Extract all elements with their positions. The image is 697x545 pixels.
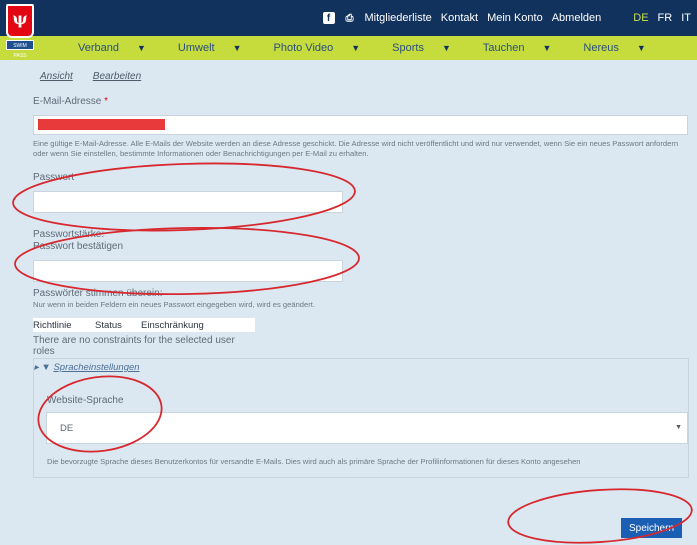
menu-item-sports[interactable]: Sports ▼ [392, 42, 483, 54]
printer-icon[interactable]: ⎙ [344, 12, 356, 24]
redacted-email [38, 119, 165, 130]
selected-language: DE [60, 423, 74, 434]
account-tabs: Ansicht Bearbeiten [40, 71, 141, 82]
password-match-label: Passwörter stimmen überein: [33, 288, 163, 299]
logo-ribbon: SWIM PASS [6, 40, 34, 59]
link-logout[interactable]: Abmelden [552, 12, 602, 24]
lang-fr[interactable]: FR [658, 12, 673, 24]
main-menu: Verband ▼ Umwelt ▼ Photo Video ▼ Sports ▼ Ta… [0, 36, 697, 60]
menu-item-umwelt[interactable]: Umwelt ▼ [178, 42, 274, 54]
constraints-header: Richtlinie Status Einschränkung [33, 318, 255, 332]
logo-shield: ψ [6, 4, 34, 38]
menu-item-photo-video[interactable]: Photo Video ▼ [274, 42, 393, 54]
link-my-account[interactable]: Mein Konto [487, 12, 543, 24]
menu-item-tauchen[interactable]: Tauchen ▼ [483, 42, 584, 54]
language-settings-title: Spracheinstellungen [53, 362, 140, 373]
email-label-text: E-Mail-Adresse [33, 96, 102, 107]
save-button[interactable]: Speichern [621, 518, 682, 538]
password-help: Nur wenn in beiden Feldern ein neues Pas… [33, 300, 315, 309]
password-label: Passwort [33, 172, 75, 183]
top-bar: f ⎙ Mitgliederliste Kontakt Mein Konto A… [0, 0, 697, 36]
site-logo[interactable]: ψ SWIM PASS [6, 4, 34, 59]
top-links: f ⎙ Mitgliederliste Kontakt Mein Konto A… [322, 0, 691, 36]
chevron-down-icon: ▼ [441, 43, 451, 53]
constraints-table: Richtlinie Status Einschränkung There ar… [33, 318, 255, 357]
email-label: E-Mail-Adresse * [33, 96, 108, 107]
chevron-down-icon: ▼ [542, 43, 552, 53]
menu-item-verband[interactable]: Verband ▼ [78, 42, 178, 54]
confirm-password-label: Passwort bestätigen [33, 241, 124, 252]
header-status: Status [95, 319, 122, 331]
triangle-down-icon: ▸ ▼ [34, 362, 51, 373]
constraints-empty-row: There are no constraints for the selecte… [33, 335, 235, 357]
website-language-select[interactable]: DE ▼ [46, 412, 688, 444]
lang-it[interactable]: IT [681, 12, 691, 24]
chevron-down-icon: ▼ [636, 43, 646, 53]
link-contact[interactable]: Kontakt [441, 12, 478, 24]
menu-item-nereus[interactable]: Nereus ▼ [583, 42, 645, 54]
chevron-down-icon: ▼ [232, 43, 242, 53]
website-language-label: Website-Sprache [47, 395, 124, 406]
chevron-down-icon: ▼ [136, 43, 146, 53]
language-settings-section: ▸ ▼ Spracheinstellungen Website-Sprache … [33, 358, 689, 478]
link-member-list[interactable]: Mitgliederliste [365, 12, 432, 24]
required-mark: * [104, 96, 109, 107]
tab-edit[interactable]: Bearbeiten [93, 71, 141, 82]
tab-view[interactable]: Ansicht [40, 71, 73, 82]
dropdown-arrow-icon: ▼ [675, 424, 682, 431]
chevron-down-icon: ▼ [351, 43, 361, 53]
header-einschraenkung: Einschränkung [141, 319, 204, 331]
password-field[interactable] [33, 191, 343, 213]
password-strength-label: Passwortstärke: [33, 229, 105, 240]
confirm-password-field[interactable] [33, 260, 343, 282]
lang-de[interactable]: DE [633, 12, 648, 24]
facebook-icon[interactable]: f [322, 12, 335, 24]
language-help: Die bevorzugte Sprache dieses Benutzerko… [47, 457, 581, 466]
language-settings-toggle[interactable]: ▸ ▼ Spracheinstellungen [34, 362, 140, 373]
email-help: Eine gültige E-Mail-Adresse. Alle E-Mail… [33, 139, 679, 158]
header-richtlinie: Richtlinie [33, 319, 72, 331]
